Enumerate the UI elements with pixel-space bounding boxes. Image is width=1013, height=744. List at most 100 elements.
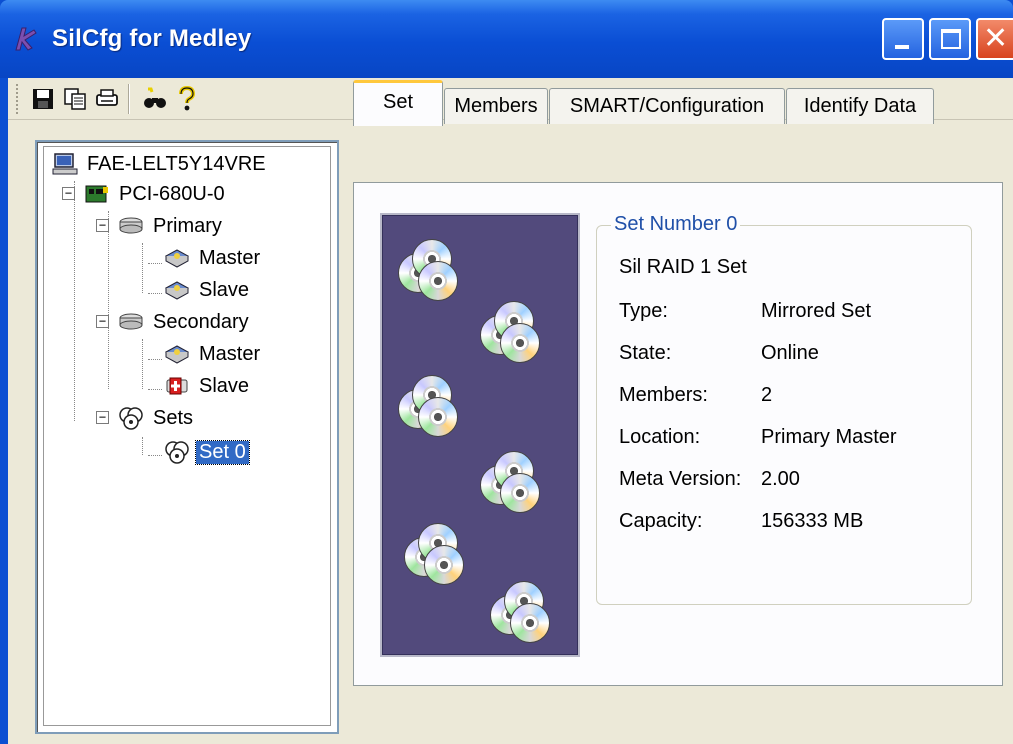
cd-stack-icon [404, 523, 472, 591]
prop-label-type: Type: [619, 300, 668, 322]
tree-connector [148, 389, 162, 390]
binoculars-icon [144, 87, 166, 108]
help-icon [179, 86, 196, 111]
prop-label-state: State: [619, 342, 672, 364]
maximize-icon [941, 29, 961, 49]
controller-card-icon [84, 182, 110, 206]
title-bar[interactable]: SilCfg for Medley ✕ [0, 0, 1013, 78]
tree-label: Sets [153, 406, 194, 429]
cd-stack-icon [398, 239, 466, 307]
collapse-toggle[interactable]: − [96, 411, 109, 424]
prop-label-capacity: Capacity: [619, 510, 703, 532]
tree-connector [74, 181, 75, 421]
tree-label: FAE-LELT5Y14VRE [87, 152, 266, 175]
window-title: SilCfg for Medley [52, 25, 252, 52]
set-name: Sil RAID 1 Set [619, 256, 747, 278]
toolbar-separator [128, 84, 130, 114]
drive-icon [164, 278, 190, 302]
save-icon [33, 89, 53, 109]
cd-disc-icon [418, 397, 458, 437]
tree-connector [142, 339, 143, 389]
close-button[interactable]: ✕ [976, 18, 1013, 60]
app-icon [15, 27, 37, 51]
cd-disc-icon [500, 473, 540, 513]
app-window: SilCfg for Medley ✕ FAE-LELT5Y14VRE − PC… [0, 0, 1013, 744]
prop-value-members: 2 [761, 384, 773, 406]
prop-label-meta-version: Meta Version: [619, 468, 742, 490]
raid-set-icon [164, 440, 190, 464]
help-button[interactable] [174, 86, 200, 112]
prop-value-capacity: 156333 MB [761, 510, 864, 532]
copy-icon [64, 88, 86, 110]
cd-stack-icon [480, 451, 548, 519]
set-group-box: Set Number 0 Sil RAID 1 Set Type: Mirror… [596, 213, 972, 605]
tree-node-controller[interactable]: PCI-680U-0 [84, 179, 228, 209]
prop-value-meta-version: 2.00 [761, 468, 800, 490]
error-drive-icon [164, 374, 190, 398]
cd-stack-icon [480, 301, 548, 369]
raid-sets-icon [118, 406, 144, 430]
tree-node-primary[interactable]: Primary [118, 211, 225, 241]
tree-node-secondary-master[interactable]: Master [164, 339, 263, 369]
collapse-toggle[interactable]: − [96, 315, 109, 328]
tab-set[interactable]: Set [353, 80, 443, 126]
channel-icon [118, 214, 144, 238]
cd-stack-icon [490, 581, 558, 649]
tree-label: Slave [199, 278, 250, 301]
computer-icon [52, 152, 78, 176]
cd-stack-icon [398, 375, 466, 443]
tab-identify-data[interactable]: Identify Data [786, 88, 934, 124]
tab-smart-configuration[interactable]: SMART/Configuration [549, 88, 785, 124]
copy-button[interactable] [62, 86, 88, 112]
cd-disc-icon [510, 603, 550, 643]
tree-label-selected: Set 0 [195, 439, 250, 465]
drive-icon [164, 246, 190, 270]
collapse-toggle[interactable]: − [62, 187, 75, 200]
tree-label: Master [199, 342, 261, 365]
channel-icon [118, 310, 144, 334]
tree-node-secondary-slave[interactable]: Slave [164, 371, 252, 401]
collapse-toggle[interactable]: − [96, 219, 109, 232]
tab-page-set: Set Number 0 Sil RAID 1 Set Type: Mirror… [353, 182, 1003, 686]
tree-connector [148, 263, 162, 264]
prop-value-location: Primary Master [761, 426, 897, 448]
tree-label: Secondary [153, 310, 249, 333]
minimize-button[interactable] [882, 18, 924, 60]
toolbar-grip[interactable] [16, 84, 20, 114]
tree-node-sets[interactable]: Sets [118, 403, 196, 433]
tree-connector [148, 293, 162, 294]
tree-connector [142, 437, 143, 455]
tree-label: Master [199, 246, 261, 269]
find-button[interactable] [142, 86, 168, 112]
tree-connector [108, 211, 109, 389]
cd-disc-icon [418, 261, 458, 301]
tab-members[interactable]: Members [444, 88, 548, 124]
minimize-icon [895, 45, 909, 49]
tree-connector [142, 243, 143, 293]
cd-disc-icon [500, 323, 540, 363]
tree-inner-frame: FAE-LELT5Y14VRE − PCI-680U-0 − Primary M… [43, 146, 331, 726]
device-tree[interactable]: FAE-LELT5Y14VRE − PCI-680U-0 − Primary M… [35, 140, 339, 734]
print-icon [96, 89, 118, 106]
cd-disc-icon [424, 545, 464, 585]
tree-label: Slave [199, 374, 250, 397]
raid-illustration [380, 213, 580, 657]
tree-node-primary-slave[interactable]: Slave [164, 275, 252, 305]
group-title: Set Number 0 [611, 213, 741, 236]
prop-label-members: Members: [619, 384, 708, 406]
tree-connector [148, 455, 162, 456]
tree-node-computer[interactable]: FAE-LELT5Y14VRE [52, 149, 269, 179]
tree-node-primary-master[interactable]: Master [164, 243, 263, 273]
prop-value-type: Mirrored Set [761, 300, 872, 322]
tree-connector [148, 359, 162, 360]
maximize-button[interactable] [929, 18, 971, 60]
tree-node-secondary[interactable]: Secondary [118, 307, 252, 337]
tree-node-set0[interactable]: Set 0 [164, 437, 250, 467]
client-area: FAE-LELT5Y14VRE − PCI-680U-0 − Primary M… [8, 78, 1013, 744]
save-button[interactable] [30, 86, 56, 112]
print-button[interactable] [94, 86, 120, 112]
drive-icon [164, 342, 190, 366]
tree-label: PCI-680U-0 [119, 182, 225, 205]
tree-label: Primary [153, 214, 222, 237]
prop-label-location: Location: [619, 426, 701, 448]
